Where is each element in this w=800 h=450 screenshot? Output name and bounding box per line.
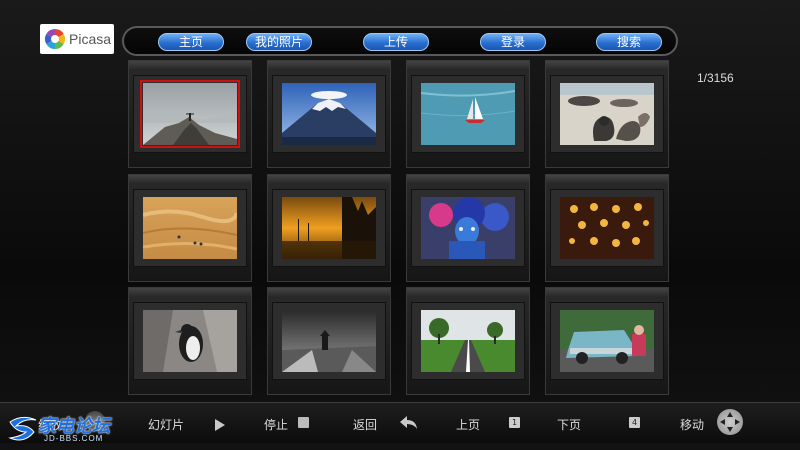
card-top-bar xyxy=(407,175,529,183)
photo-card[interactable] xyxy=(267,174,391,282)
card-top-bar xyxy=(407,61,529,69)
card-top-bar xyxy=(546,175,668,183)
photo-sea-lions[interactable] xyxy=(560,83,654,145)
photo-card[interactable] xyxy=(545,174,669,282)
card-top-bar xyxy=(268,288,390,296)
photo-card[interactable] xyxy=(128,287,252,395)
photo-blue-costume[interactable] xyxy=(421,197,515,259)
photo-frame xyxy=(550,302,664,380)
photo-mountain-summit[interactable] xyxy=(140,80,240,148)
photo-card[interactable] xyxy=(545,60,669,168)
photo-vintage-car[interactable] xyxy=(560,310,654,372)
photo-counter: 1/3156 xyxy=(697,71,734,85)
picasa-pinwheel-icon xyxy=(44,28,66,50)
photo-sunset-harbor[interactable] xyxy=(282,197,376,259)
nav-search-button[interactable]: 搜索 xyxy=(596,33,662,51)
back-arrow-icon[interactable] xyxy=(400,415,418,434)
card-top-bar xyxy=(546,61,668,69)
photo-penguin[interactable] xyxy=(143,310,237,372)
photo-lanterns[interactable] xyxy=(560,197,654,259)
card-top-bar xyxy=(268,61,390,69)
picasa-logo: Picasa xyxy=(40,24,114,54)
card-top-bar xyxy=(129,175,251,183)
forum-watermark-url: JD-BBS.COM xyxy=(44,434,104,443)
back-label: 返回 xyxy=(353,418,378,432)
next-page-key-icon[interactable]: 4 xyxy=(629,417,640,428)
dpad-icon[interactable] xyxy=(717,409,743,435)
bottom-control-bar: 缩放 幻灯片 停止 返回 上页 1 下页 4 移动 xyxy=(0,402,800,443)
photo-frame xyxy=(550,75,664,153)
next-page-label: 下页 xyxy=(557,418,582,432)
photo-card[interactable] xyxy=(406,174,530,282)
photo-frame xyxy=(411,302,525,380)
forum-watermark-icon xyxy=(6,414,40,448)
photo-road-trees[interactable] xyxy=(421,310,515,372)
photo-card[interactable] xyxy=(406,60,530,168)
photo-frame xyxy=(133,189,247,267)
photo-card[interactable] xyxy=(545,287,669,395)
photo-frame xyxy=(272,189,386,267)
photo-frame xyxy=(411,189,525,267)
photo-card[interactable] xyxy=(128,174,252,282)
play-icon[interactable] xyxy=(214,416,226,435)
nav-my-photos-button[interactable]: 我的照片 xyxy=(246,33,312,51)
prev-page-key-icon[interactable]: 1 xyxy=(509,417,520,428)
card-top-bar xyxy=(407,288,529,296)
photo-frame xyxy=(550,189,664,267)
nav-upload-button[interactable]: 上传 xyxy=(363,33,429,51)
photo-frame xyxy=(272,302,386,380)
stop-label: 停止 xyxy=(264,418,289,432)
photo-frame xyxy=(272,75,386,153)
photo-frame xyxy=(411,75,525,153)
stop-icon[interactable] xyxy=(298,417,309,428)
photo-frame xyxy=(133,75,247,153)
prev-page-label: 上页 xyxy=(456,418,481,432)
photo-sailboat[interactable] xyxy=(421,83,515,145)
slideshow-label: 幻灯片 xyxy=(148,418,185,432)
photo-snow-volcano[interactable] xyxy=(282,83,376,145)
top-navigation-bar: 主页 我的照片 上传 登录 搜索 xyxy=(122,26,678,56)
nav-login-button[interactable]: 登录 xyxy=(480,33,546,51)
photo-card[interactable] xyxy=(267,287,391,395)
photo-card[interactable] xyxy=(406,287,530,395)
photo-card[interactable] xyxy=(128,60,252,168)
photo-frame xyxy=(133,302,247,380)
move-label: 移动 xyxy=(680,418,705,432)
photo-bw-village[interactable] xyxy=(282,310,376,372)
nav-home-button[interactable]: 主页 xyxy=(158,33,224,51)
photo-card[interactable] xyxy=(267,60,391,168)
card-top-bar xyxy=(546,288,668,296)
card-top-bar xyxy=(129,61,251,69)
card-top-bar xyxy=(129,288,251,296)
card-top-bar xyxy=(268,175,390,183)
logo-text: Picasa xyxy=(69,31,112,47)
photo-desert-dunes[interactable] xyxy=(143,197,237,259)
